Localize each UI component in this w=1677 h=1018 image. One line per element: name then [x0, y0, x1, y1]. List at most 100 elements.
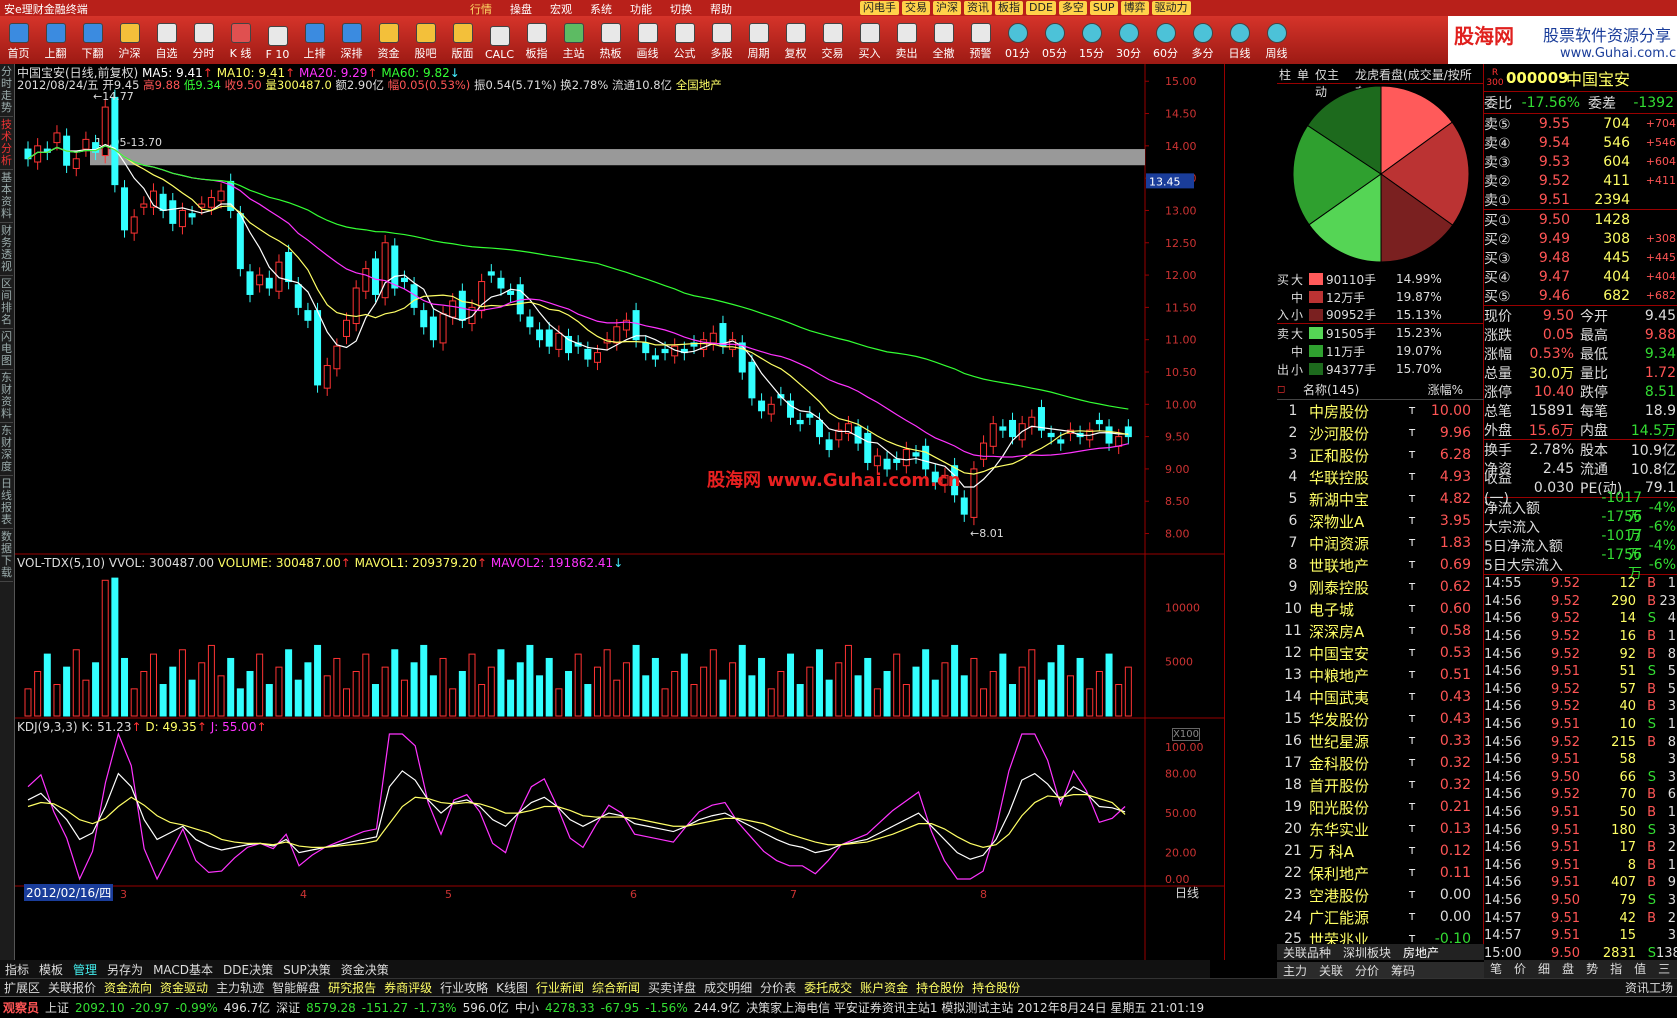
toolbar-button-14[interactable]: 板指 [518, 16, 555, 64]
rank-row[interactable]: 16 世纪星源 T 0.33 [1277, 730, 1484, 752]
menu-5[interactable]: 切换 [670, 1, 692, 17]
toolbar-button-30[interactable]: 30分 [1110, 16, 1147, 64]
info-tab-17[interactable]: 持仓股份 [912, 979, 968, 996]
menu-4[interactable]: 功能 [630, 1, 652, 17]
rp1-bottom-tab-3[interactable]: 筹码 [1385, 962, 1421, 978]
rank-row[interactable]: 13 中粮地产 T 0.51 [1277, 664, 1484, 686]
menu-6[interactable]: 帮助 [710, 1, 732, 17]
toolbar-button-19[interactable]: 多股 [703, 16, 740, 64]
rank-row[interactable]: 24 广汇能源 T 0.00 [1277, 906, 1484, 928]
info-tab-4[interactable]: 主力轨迹 [212, 979, 268, 996]
toolbar-button-15[interactable]: 主站 [555, 16, 592, 64]
rank-list[interactable]: ◻ 名称(145) 涨幅% 1 中房股份 T 10.00 2 沙河股份 T 9.96 3 正和股份… [1277, 380, 1484, 950]
menu-0[interactable]: 行情 [470, 1, 492, 17]
info-tab-0[interactable]: 扩展区 [0, 979, 44, 996]
quote-tab-3[interactable]: 盘 [1556, 960, 1580, 978]
info-tab-12[interactable]: 买卖详盘 [644, 979, 700, 996]
quote-tab-1[interactable]: 价 [1508, 960, 1532, 978]
toolbar-button-8[interactable]: 上排 [296, 16, 333, 64]
toolbar-button-5[interactable]: 分时 [185, 16, 222, 64]
rank-row[interactable]: 8 世联地产 T 0.69 [1277, 554, 1484, 576]
rank-row[interactable]: 14 中国武夷 T 0.43 [1277, 686, 1484, 708]
rank-row[interactable]: 21 万 科A T 0.12 [1277, 840, 1484, 862]
toolbar-button-13[interactable]: CALC [481, 16, 518, 64]
flow-tab-3[interactable]: 龙虎看盘(成交量/按所有) [1353, 64, 1483, 99]
rank-row[interactable]: 7 中润资源 T 1.83 [1277, 532, 1484, 554]
toolbar-button-6[interactable]: K 线 [222, 16, 259, 64]
toolbar-button-3[interactable]: 沪深 [111, 16, 148, 64]
flow-tab-2[interactable]: 仅主动 [1313, 64, 1351, 99]
rank-row[interactable]: 20 东华实业 T 0.13 [1277, 818, 1484, 840]
nav-item-6[interactable]: 东财资料 [0, 370, 13, 423]
rank-row[interactable]: 5 新湖中宝 T 4.82 [1277, 488, 1484, 510]
rank-row[interactable]: 6 深物业A T 3.95 [1277, 510, 1484, 532]
menu-3[interactable]: 系统 [590, 1, 612, 17]
zixun-tab[interactable]: 资讯工场 [1621, 979, 1677, 996]
toolbar-button-12[interactable]: 版面 [444, 16, 481, 64]
tick-list[interactable]: 14:55 9.52 12 B 1 14:56 9.52 290 B 23 14:56 9.52 14 S… [1484, 575, 1677, 962]
info-tab-10[interactable]: 行业新闻 [532, 979, 588, 996]
toolbar-button-7[interactable]: F 10 [259, 16, 296, 64]
nav-item-2[interactable]: 基本资料 [0, 170, 13, 223]
rank-row[interactable]: 19 阳光股份 T 0.21 [1277, 796, 1484, 818]
toolbar-button-16[interactable]: 热板 [592, 16, 629, 64]
indicator-tab-0[interactable]: 指标 [0, 961, 34, 978]
quote-tab-2[interactable]: 细 [1532, 960, 1556, 978]
menu-1[interactable]: 操盘 [510, 1, 532, 17]
toolbar-button-25[interactable]: 全撤 [925, 16, 962, 64]
rank-row[interactable]: 12 中国宝安 T 0.53 [1277, 642, 1484, 664]
toolbar-button-20[interactable]: 周期 [740, 16, 777, 64]
quick-button-0[interactable]: 闪电手 [860, 1, 899, 15]
toolbar-button-10[interactable]: 资金 [370, 16, 407, 64]
nav-item-8[interactable]: 日线报表 [0, 476, 13, 529]
quick-button-4[interactable]: 板指 [995, 1, 1023, 15]
indicator-tab-1[interactable]: 模板 [34, 961, 68, 978]
nav-item-5[interactable]: 闪电图 [0, 329, 13, 370]
toolbar-button-28[interactable]: 05分 [1036, 16, 1073, 64]
toolbar-button-32[interactable]: 多分 [1184, 16, 1221, 64]
info-tab-1[interactable]: 关联报价 [44, 979, 100, 996]
nav-item-1[interactable]: 技术分析 [0, 117, 13, 170]
indicator-tab-5[interactable]: DDE决策 [218, 961, 278, 978]
info-tab-15[interactable]: 委托成交 [800, 979, 856, 996]
rank-row[interactable]: 2 沙河股份 T 9.96 [1277, 422, 1484, 444]
nav-item-7[interactable]: 东财深度 [0, 423, 13, 476]
info-tab-14[interactable]: 分价表 [756, 979, 800, 996]
rank-row[interactable]: 17 金科股份 T 0.32 [1277, 752, 1484, 774]
rank-row[interactable]: 22 保利地产 T 0.11 [1277, 862, 1484, 884]
quick-button-6[interactable]: 多空 [1058, 1, 1087, 15]
toolbar-button-26[interactable]: 预警 [962, 16, 999, 64]
toolbar-button-21[interactable]: 复权 [777, 16, 814, 64]
quick-button-1[interactable]: 交易 [902, 1, 930, 15]
rank-row[interactable]: 3 正和股份 T 6.28 [1277, 444, 1484, 466]
sector-tab-2[interactable]: 房地产 [1397, 944, 1445, 960]
chart-area[interactable]: 15.0014.5014.0013.5013.0012.5012.0011.50… [15, 64, 1225, 960]
info-tab-16[interactable]: 账户资金 [856, 979, 912, 996]
toolbar-button-1[interactable]: 上翻 [37, 16, 74, 64]
toolbar-button-0[interactable]: 首页 [0, 16, 37, 64]
info-tab-11[interactable]: 综合新闻 [588, 979, 644, 996]
toolbar-button-17[interactable]: 画线 [629, 16, 666, 64]
rp1-bottom-tab-1[interactable]: 关联 [1313, 962, 1349, 978]
rank-row[interactable]: 15 华发股份 T 0.43 [1277, 708, 1484, 730]
toolbar-button-18[interactable]: 公式 [666, 16, 703, 64]
quick-button-3[interactable]: 资讯 [964, 1, 992, 15]
menu-2[interactable]: 宏观 [550, 1, 572, 17]
rank-row[interactable]: 9 刚泰控股 T 0.62 [1277, 576, 1484, 598]
toolbar-button-11[interactable]: 股吧 [407, 16, 444, 64]
quick-button-7[interactable]: SUP [1089, 1, 1118, 15]
toolbar-button-34[interactable]: 周线 [1258, 16, 1295, 64]
info-tab-6[interactable]: 研究报告 [324, 979, 380, 996]
rank-row[interactable]: 11 深深房A T 0.58 [1277, 620, 1484, 642]
info-tab-13[interactable]: 成交明细 [700, 979, 756, 996]
toolbar-button-4[interactable]: 自选 [148, 16, 185, 64]
toolbar-button-33[interactable]: 日线 [1221, 16, 1258, 64]
sector-tab-1[interactable]: 深圳板块 [1337, 944, 1397, 960]
toolbar-button-9[interactable]: 深排 [333, 16, 370, 64]
sector-tab-0[interactable]: 关联品种 [1277, 944, 1337, 960]
rank-row[interactable]: 10 电子城 T 0.60 [1277, 598, 1484, 620]
indicator-tab-7[interactable]: 资金决策 [336, 961, 394, 978]
candlestick-chart[interactable]: 15.0014.5014.0013.5013.0012.5012.0011.50… [15, 64, 1225, 960]
quote-tab-7[interactable]: 三 [1652, 960, 1676, 978]
info-tab-2[interactable]: 资金流向 [100, 979, 156, 996]
